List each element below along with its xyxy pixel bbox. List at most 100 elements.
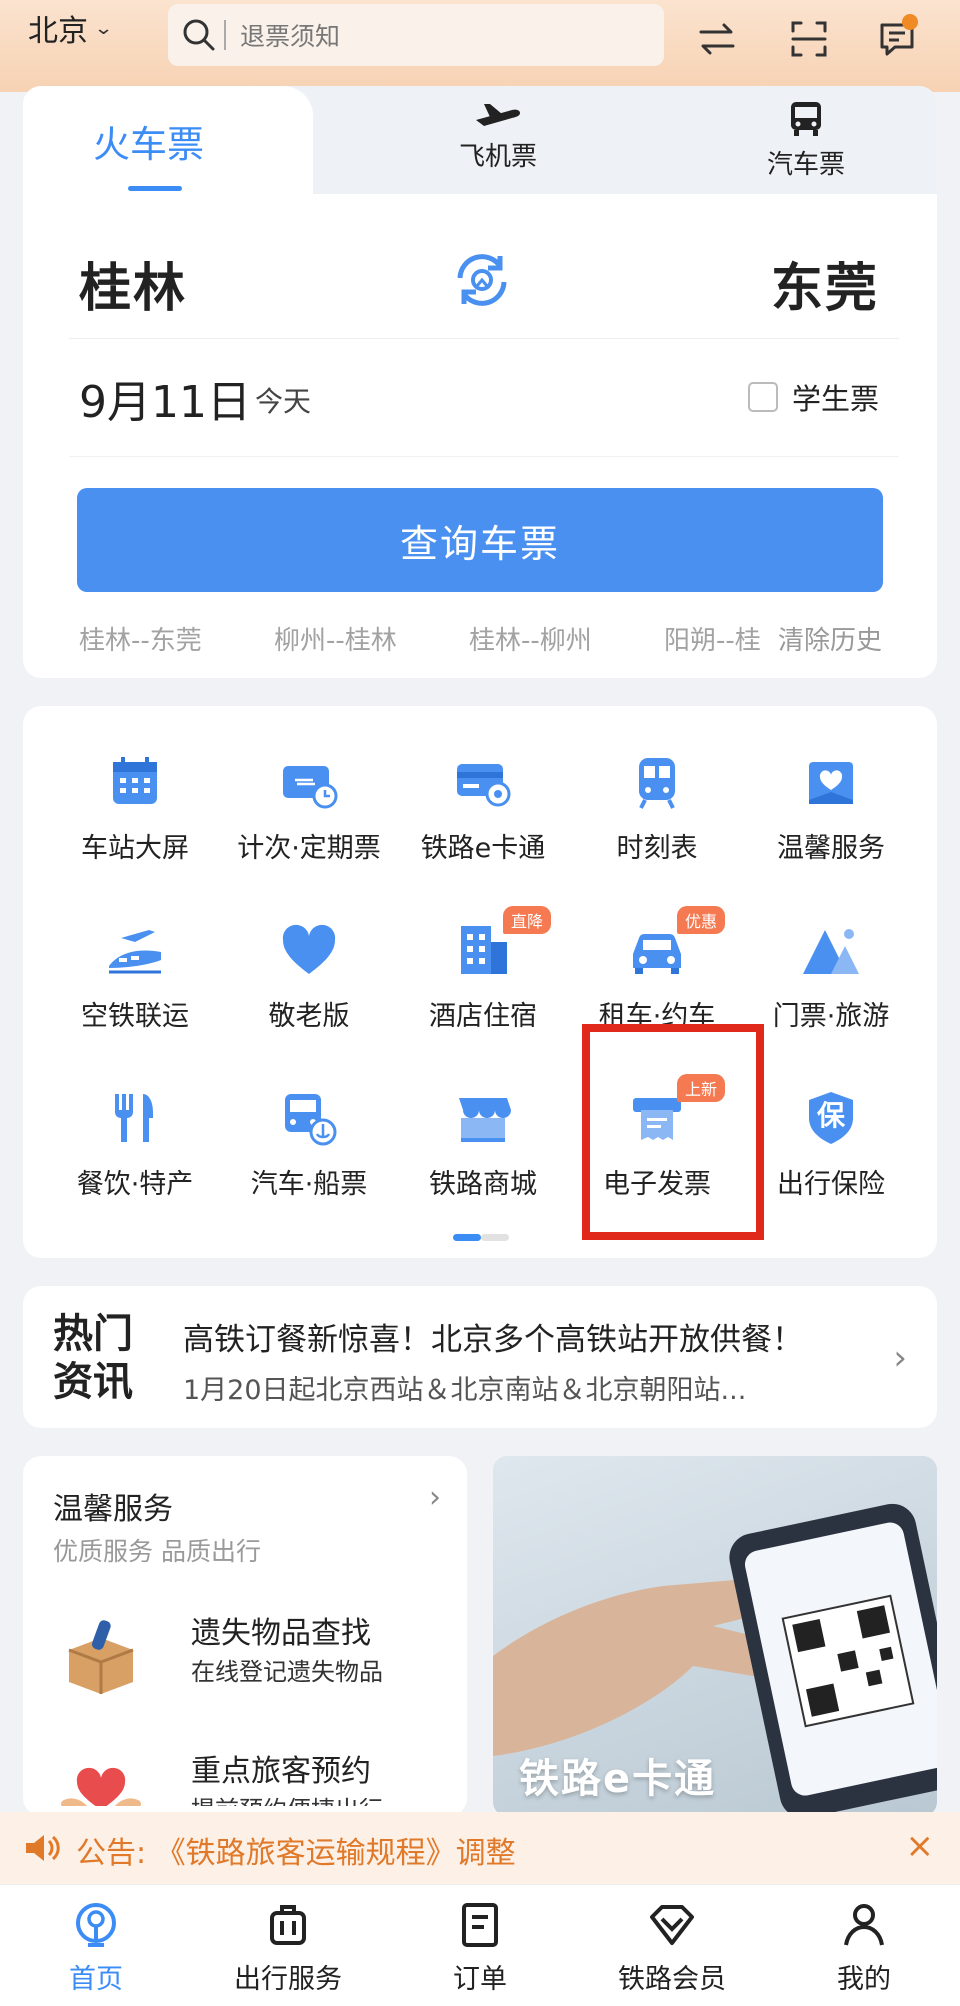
chevron-down-icon: ⌄	[93, 17, 114, 39]
badge: 优惠	[677, 906, 726, 934]
tab-label: 出行服务	[234, 1964, 342, 1995]
luggage-icon	[270, 1905, 306, 1945]
checkbox-box[interactable]	[747, 382, 778, 412]
page-dot-active	[453, 1234, 481, 1241]
priority-passenger-service[interactable]: 重点旅客预约 提前预约便捷出行	[61, 1746, 461, 1806]
tab-profile[interactable]: 我的	[784, 1901, 944, 1996]
scan-icon[interactable]	[782, 12, 836, 66]
service-travel-insurance[interactable]: 保 出行保险	[741, 1088, 921, 1201]
tab-travel-service[interactable]: 出行服务	[208, 1901, 368, 1996]
ticket-clock-icon	[283, 766, 338, 809]
news-subtitle: 1月20日起北京西站＆北京南站＆北京朝阳站...	[183, 1375, 747, 1406]
tab-train[interactable]: 火车票	[23, 86, 313, 194]
insurance-icon-text: 保	[816, 1099, 845, 1132]
history-item[interactable]: 桂林--东莞	[79, 620, 274, 656]
tab-bus-label: 汽车票	[766, 150, 845, 180]
service-elderly[interactable]: 敬老版	[219, 920, 399, 1033]
history-item[interactable]: 桂林--柳州	[469, 620, 664, 656]
chevron-right-icon: ›	[429, 1480, 441, 1515]
service-dining[interactable]: 餐饮·特产	[45, 1088, 225, 1201]
service-warm[interactable]: 温馨服务	[741, 752, 921, 865]
shop-icon	[459, 1098, 511, 1142]
query-tickets-button[interactable]: 查询车票	[77, 488, 883, 592]
search-divider	[224, 20, 226, 50]
order-list-icon	[462, 1903, 498, 1947]
swap-stations-icon[interactable]	[450, 248, 514, 312]
notice-bar[interactable]: 公告: 《铁路旅客运输规程》调整 ×	[0, 1812, 960, 1884]
service-label: 餐饮·特产	[76, 1169, 194, 1200]
dining-icon	[115, 1094, 153, 1142]
service-timetable[interactable]: 时刻表	[567, 752, 747, 865]
tab-label: 铁路会员	[618, 1964, 726, 1995]
service-label: 温馨服务	[777, 833, 885, 864]
history-item[interactable]: 柳州--桂林	[274, 620, 469, 656]
lost-box-icon	[68, 1620, 134, 1694]
lost-items-service[interactable]: 遗失物品查找 在线登记遗失物品	[61, 1608, 461, 1698]
hot-news-card[interactable]: 热门 资讯 高铁订餐新惊喜！北京多个高铁站开放供餐！ 1月20日起北京西站＆北京…	[23, 1286, 937, 1428]
close-icon[interactable]: ×	[906, 1826, 935, 1866]
service-periodic-ticket[interactable]: 计次·定期票	[219, 752, 399, 865]
service-label: 计次·定期票	[237, 833, 381, 864]
tab-train-label: 火车票	[93, 123, 204, 166]
warm-service-subtitle: 优质服务 品质出行	[53, 1537, 261, 1566]
service-car-rental[interactable]: 优惠 租车·约车	[567, 906, 747, 1033]
hot-news-logo: 热门 资讯	[53, 1310, 143, 1406]
search-box[interactable]: 退票须知	[168, 4, 664, 66]
clear-history-button[interactable]: 清除历史	[778, 620, 882, 656]
service-label: 车站大屏	[81, 833, 189, 864]
home-rail-icon	[76, 1903, 116, 1947]
student-ticket-checkbox[interactable]: 学生票	[747, 376, 879, 418]
tab-orders[interactable]: 订单	[400, 1901, 560, 1996]
service-label: 门票·旅游	[772, 1001, 890, 1032]
user-icon	[844, 1904, 884, 1946]
notification-dot	[902, 14, 918, 30]
tab-plane[interactable]: 飞机票	[438, 100, 558, 173]
heart-icon	[282, 924, 336, 974]
heart-service-icon	[809, 762, 853, 804]
city-selector[interactable]: 北京 ⌄	[28, 6, 114, 50]
service-air-rail[interactable]: 空铁联运	[45, 920, 225, 1033]
bus-icon	[791, 102, 821, 136]
service-e-card[interactable]: 铁路e卡通	[393, 752, 573, 865]
hot-news-logo-line: 资讯	[53, 1359, 133, 1405]
plane-train-icon	[109, 930, 161, 974]
service-rail-mall[interactable]: 铁路商城	[393, 1088, 573, 1201]
train-icon	[639, 758, 675, 809]
date-day-label: 今天	[255, 385, 312, 418]
history-item[interactable]: 阳朔--桂	[664, 620, 770, 656]
bus-ship-icon	[285, 1094, 337, 1146]
service-label: 空铁联运	[81, 1001, 189, 1032]
e-card-promo-banner[interactable]: 铁路e卡通	[493, 1456, 937, 1816]
mountain-icon	[803, 929, 859, 974]
speaker-icon	[26, 1835, 60, 1861]
tab-home[interactable]: 首页	[16, 1901, 176, 1996]
page-indicator	[453, 1234, 509, 1241]
station-screen-icon	[113, 757, 157, 804]
transfer-icon[interactable]	[690, 12, 744, 66]
service-bus-ship[interactable]: 汽车·船票	[219, 1088, 399, 1201]
from-station[interactable]: 桂林	[79, 246, 187, 321]
departure-date[interactable]: 9月11日	[79, 366, 251, 430]
page-dot	[481, 1234, 509, 1241]
diamond-icon	[650, 1905, 694, 1945]
service-tickets-tour[interactable]: 门票·旅游	[741, 920, 921, 1033]
search-history: 桂林--东莞 柳州--桂林 桂林--柳州 阳朔--桂 清除历史	[79, 620, 909, 656]
tab-membership[interactable]: 铁路会员	[592, 1901, 752, 1996]
tab-label: 我的	[837, 1964, 891, 1995]
bottom-tab-bar: 首页 出行服务 订单 铁路会员 我的	[0, 1884, 960, 2006]
promo-title: 铁路e卡通	[519, 1756, 717, 1802]
service-item-title: 重点旅客预约	[191, 1754, 371, 1789]
service-hotel[interactable]: 直降 酒店住宿	[393, 906, 573, 1033]
search-placeholder: 退票须知	[240, 22, 341, 51]
service-item-desc: 提前预约便捷出行	[191, 1790, 383, 1806]
warm-service-title: 温馨服务	[53, 1492, 173, 1527]
divider	[69, 338, 899, 339]
services-grid: 车站大屏 计次·定期票 铁路e卡通 时刻表 温馨服务 空铁联运 敬老版 直降 酒…	[23, 706, 937, 1258]
warm-service-card[interactable]: 温馨服务 优质服务 品质出行 › 遗失物品查找 在线登记遗失物品 重点旅客预约 …	[23, 1456, 467, 1816]
service-station-screen[interactable]: 车站大屏	[45, 752, 225, 865]
to-station[interactable]: 东莞	[771, 246, 879, 321]
message-icon[interactable]	[870, 12, 924, 66]
tab-indicator	[128, 186, 182, 191]
tab-bus[interactable]: 汽车票	[741, 100, 871, 181]
news-title: 高铁订餐新惊喜！北京多个高铁站开放供餐！	[183, 1322, 803, 1358]
